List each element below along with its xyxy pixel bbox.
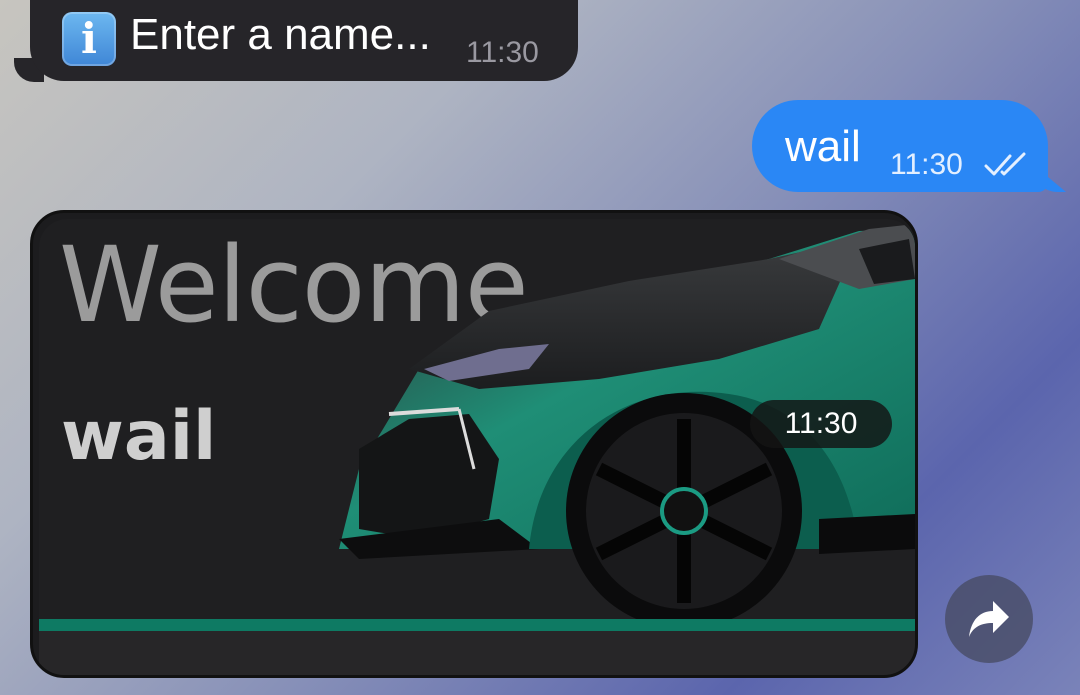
welcome-name: wail bbox=[61, 397, 217, 476]
double-check-icon bbox=[984, 152, 1026, 176]
forward-arrow-icon bbox=[969, 601, 1009, 637]
accent-bar bbox=[39, 619, 915, 631]
outgoing-message-time: 11:30 bbox=[890, 148, 963, 181]
media-footer bbox=[39, 631, 915, 675]
outgoing-message-text: wail bbox=[785, 122, 861, 171]
incoming-message-text: Enter a name... bbox=[130, 10, 431, 59]
media-message-time: 11:30 bbox=[750, 400, 892, 448]
incoming-message-time: 11:30 bbox=[466, 36, 539, 69]
info-icon: i bbox=[62, 12, 116, 66]
forward-button[interactable] bbox=[945, 575, 1033, 663]
